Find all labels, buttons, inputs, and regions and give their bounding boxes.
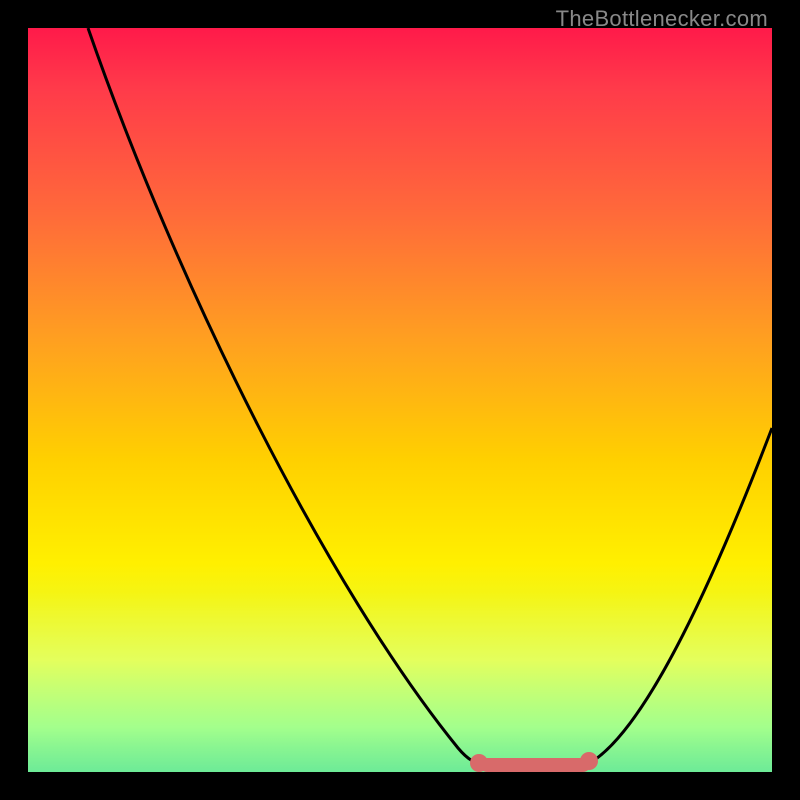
chart-container: TheBottlenecker.com xyxy=(0,0,800,800)
plateau-right-dot xyxy=(580,752,598,770)
left-curve xyxy=(88,28,486,766)
plateau-left-dot xyxy=(470,754,488,772)
right-curve xyxy=(584,428,772,766)
minimum-plateau xyxy=(480,758,590,772)
curve-layer xyxy=(28,28,772,772)
watermark-text: TheBottlenecker.com xyxy=(556,6,768,32)
